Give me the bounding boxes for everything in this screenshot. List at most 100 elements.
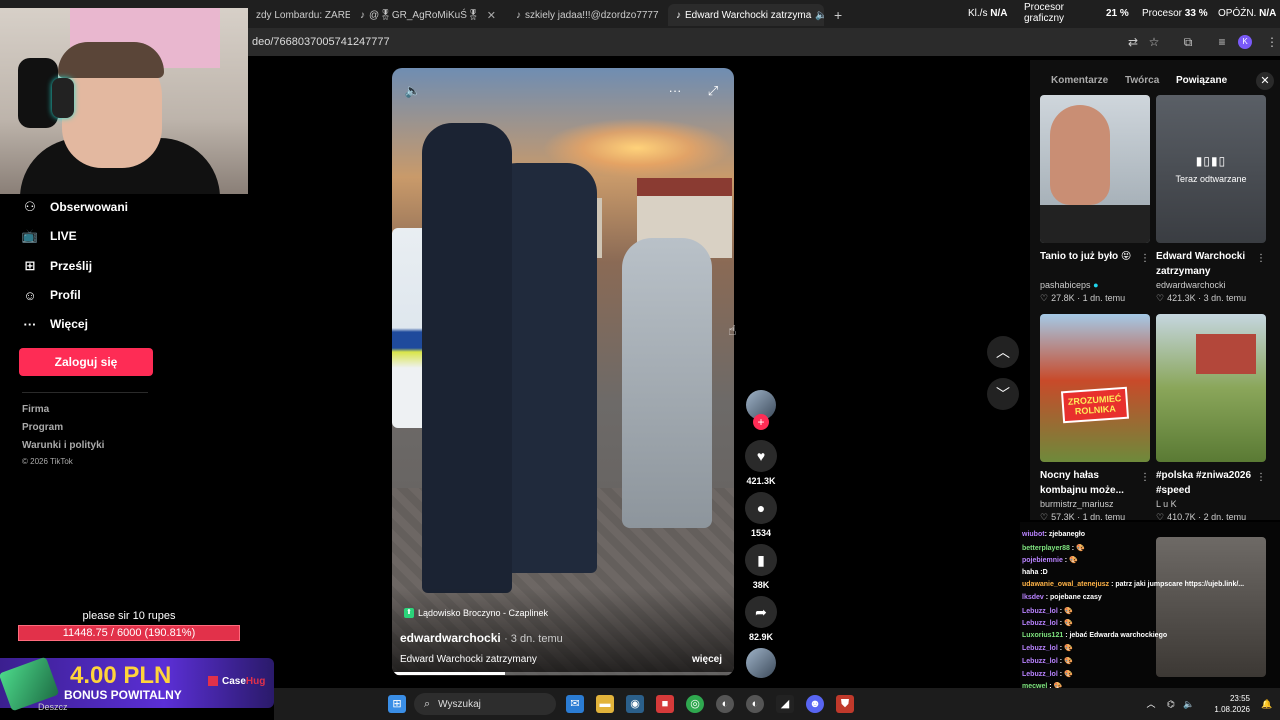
save-button[interactable]: ▮: [745, 544, 777, 576]
comment-button[interactable]: ●: [745, 492, 777, 524]
donation-goal-title: please sir 10 rupes: [82, 610, 176, 622]
speaker-icon[interactable]: 🔈: [815, 10, 824, 21]
chat-username[interactable]: Luxorius121: [1022, 632, 1063, 639]
chat-line: Lebuzz_lol : 🎨: [1022, 657, 1073, 665]
url-text[interactable]: deo/7668037005741247777: [252, 36, 390, 48]
footer-link-program[interactable]: Program: [22, 422, 63, 433]
app-icon[interactable]: ■: [656, 695, 674, 713]
card-likes: 27.8K: [1051, 293, 1075, 303]
tab-related[interactable]: Powiązane: [1176, 75, 1227, 86]
perf-value: 33 %: [1184, 8, 1208, 19]
footer-link-terms[interactable]: Warunki i polityki: [22, 440, 104, 451]
card-menu-icon[interactable]: ⋮: [1140, 472, 1150, 483]
media-icon[interactable]: ≡: [1214, 34, 1230, 50]
obs-icon[interactable]: ◐: [746, 695, 764, 713]
browser-tab[interactable]: zdy Lombardu: ZARE ✕: [248, 4, 350, 26]
tab-close-icon[interactable]: ✕: [481, 9, 496, 22]
discord-icon[interactable]: ☻: [806, 695, 824, 713]
related-card-current[interactable]: ▮▯▮▯ Teraz odtwarzane Edward Warchocki z…: [1156, 95, 1268, 304]
close-panel-icon[interactable]: ✕: [1256, 72, 1274, 90]
chat-line: lksdev : pojebane czasy: [1022, 594, 1102, 601]
folder-icon[interactable]: ▬: [596, 695, 614, 713]
chat-line: Lebuzz_lol : 🎨: [1022, 607, 1073, 615]
tab-close-icon[interactable]: ✕: [659, 9, 666, 22]
card-menu-icon[interactable]: ⋮: [1140, 253, 1150, 264]
card-title[interactable]: Tanio to już było 😝: [1040, 249, 1152, 279]
chat-username[interactable]: Lebuzz_lol: [1022, 658, 1058, 665]
browser-tab-active[interactable]: ♪ Edward Warchocki zatrzyma 🔈 ✕: [668, 4, 824, 26]
windows-start-icon[interactable]: ⊞: [388, 695, 406, 713]
previous-video-button[interactable]: ︿: [987, 336, 1019, 368]
translate-icon[interactable]: ⇄: [1125, 34, 1141, 50]
video-author[interactable]: edwardwarchocki: [400, 631, 501, 645]
mail-icon[interactable]: ✉: [566, 695, 584, 713]
browser-tab[interactable]: ♪ @🎖GR_AgRoMiKuŚ🎖 ✕: [352, 4, 504, 26]
steam-icon[interactable]: ◉: [626, 695, 644, 713]
app-icon[interactable]: ◢: [776, 695, 794, 713]
nav-item-profile[interactable]: ☺ Profil: [22, 284, 80, 306]
volume-icon[interactable]: 🔈: [1180, 695, 1198, 713]
chat-username[interactable]: udawanie_owal_atenejusz: [1022, 581, 1109, 588]
chat-username[interactable]: Lebuzz_lol: [1022, 608, 1058, 615]
nav-item-upload[interactable]: ⊞ Prześlij: [22, 255, 92, 277]
taskbar-search[interactable]: ⌕ Wyszukaj: [414, 693, 556, 715]
chat-username[interactable]: pojebiemnie: [1022, 557, 1063, 564]
card-author[interactable]: burmistrz_mariusz: [1040, 499, 1152, 509]
related-card[interactable]: ZROZUMIEĆ ROLNIKA Nocny hałas kombajnu m…: [1040, 314, 1152, 523]
related-card[interactable]: Tanio to już było 😝 ⋮ pashabiceps ● ♡ 27.…: [1040, 95, 1152, 304]
obs-icon[interactable]: ◐: [716, 695, 734, 713]
chat-username[interactable]: Lebuzz_lol: [1022, 620, 1058, 627]
chat-username[interactable]: wiubot: [1022, 531, 1045, 538]
related-card[interactable]: #polska #zniwa2026 #speed ⋮ L u K ♡ 410.7…: [1156, 314, 1268, 523]
nav-item-following[interactable]: ⚇ Obserwowani: [22, 196, 128, 218]
new-tab-button[interactable]: +: [826, 4, 846, 26]
weather-label: Deszcz: [38, 702, 68, 712]
chrome-icon[interactable]: ◎: [686, 695, 704, 713]
card-title[interactable]: Nocny hałas kombajnu może...: [1040, 468, 1152, 498]
tab-comments[interactable]: Komentarze: [1051, 75, 1108, 86]
tab-creator[interactable]: Twórca: [1125, 75, 1159, 86]
video-player[interactable]: 🔈 ··· ⤢ ⬆ Lądowisko Broczyno - Czaplinek…: [392, 68, 734, 676]
follow-plus-icon[interactable]: +: [753, 414, 769, 430]
card-thumbnail[interactable]: [1040, 95, 1150, 243]
nav-item-more[interactable]: ··· Więcej: [22, 313, 88, 335]
card-author[interactable]: L u K: [1156, 499, 1268, 509]
sound-avatar[interactable]: [746, 648, 776, 678]
next-video-button[interactable]: ﹀: [987, 378, 1019, 410]
card-thumbnail[interactable]: ▮▯▮▯ Teraz odtwarzane: [1156, 95, 1266, 243]
profile-avatar-icon[interactable]: K: [1238, 35, 1252, 49]
share-button[interactable]: ➦: [745, 596, 777, 628]
kebab-menu-icon[interactable]: ⋮: [1264, 34, 1280, 50]
browser-tab[interactable]: ♪ szkiely jadaa!!!@dzordzo7777 ✕: [508, 4, 666, 26]
like-button[interactable]: ♥: [745, 440, 777, 472]
video-progress-bar[interactable]: [392, 672, 734, 675]
caption-more-link[interactable]: więcej: [692, 654, 722, 665]
notification-icon[interactable]: 🔔: [1258, 695, 1276, 713]
card-menu-icon[interactable]: ⋮: [1256, 253, 1266, 264]
tray-chevron-icon[interactable]: ︿: [1142, 695, 1160, 713]
card-title[interactable]: Edward Warchocki zatrzymany: [1156, 249, 1268, 279]
card-thumbnail[interactable]: [1156, 314, 1266, 462]
chat-username[interactable]: betterplayer88: [1022, 545, 1070, 552]
chat-username[interactable]: Lebuzz_lol: [1022, 645, 1058, 652]
card-thumbnail[interactable]: ZROZUMIEĆ ROLNIKA: [1040, 314, 1150, 462]
taskbar-clock[interactable]: 23:55 1.08.2026: [1214, 693, 1250, 715]
chat-username[interactable]: lksdev: [1022, 594, 1044, 601]
card-author[interactable]: pashabiceps ●: [1040, 280, 1152, 290]
star-icon[interactable]: ☆: [1146, 34, 1162, 50]
login-button[interactable]: Zaloguj się: [19, 348, 153, 376]
extensions-icon[interactable]: ⧉: [1180, 34, 1196, 50]
network-icon[interactable]: ⌬: [1162, 695, 1180, 713]
nav-item-live[interactable]: 📺 LIVE: [22, 225, 77, 247]
video-location[interactable]: ⬆ Lądowisko Broczyno - Czaplinek: [404, 608, 548, 618]
more-options-icon[interactable]: ···: [666, 82, 684, 100]
volume-icon[interactable]: 🔈: [404, 82, 422, 100]
card-author[interactable]: edwardwarchocki: [1156, 280, 1268, 290]
fullscreen-icon[interactable]: ⤢: [704, 82, 722, 100]
chat-username[interactable]: Lebuzz_lol: [1022, 671, 1058, 678]
card-title[interactable]: #polska #zniwa2026 #speed: [1156, 468, 1268, 498]
perf-label: OPÓŹN.: [1218, 8, 1257, 19]
card-menu-icon[interactable]: ⋮: [1256, 472, 1266, 483]
shield-icon[interactable]: ⛊: [836, 695, 854, 713]
footer-link-company[interactable]: Firma: [22, 404, 49, 415]
